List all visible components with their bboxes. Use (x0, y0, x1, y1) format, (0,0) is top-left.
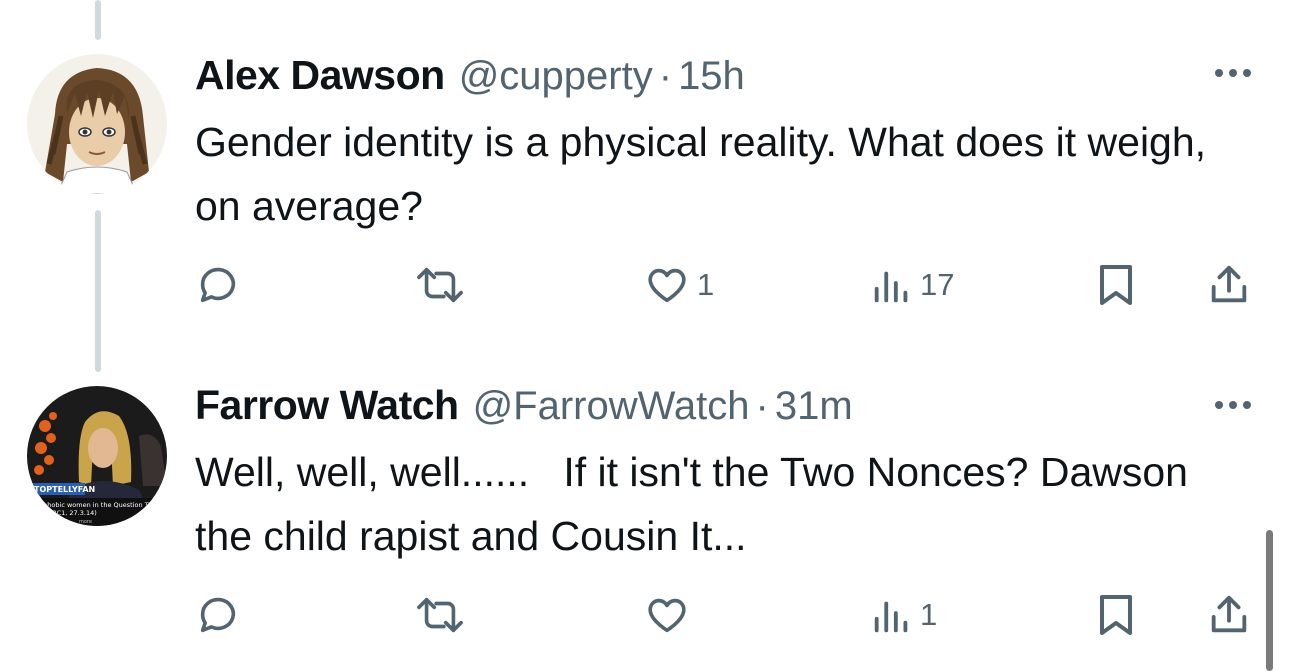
scrollbar[interactable] (1266, 530, 1273, 671)
action-bar: 1 17 (0, 255, 1290, 315)
retweet-icon (412, 262, 468, 308)
like-button[interactable] (643, 585, 697, 645)
avatar-caption-line1: ...ophobic women in the Question T... (33, 501, 154, 509)
like-icon (643, 262, 691, 308)
tweet-header: Farrow Watch @FarrowWatch · 31m (195, 382, 853, 432)
tweet[interactable]: Alex Dawson @cupperty · 15h Gender ident… (0, 0, 1290, 360)
tweet[interactable]: TOPTELLYFAN ...ophobic women in the Ques… (0, 360, 1290, 671)
retweet-button[interactable] (412, 255, 468, 315)
timestamp[interactable]: 15h (678, 54, 745, 99)
timestamp[interactable]: 31m (775, 384, 853, 429)
view-count: 17 (920, 267, 955, 302)
like-button[interactable]: 1 (643, 255, 714, 315)
more-icon (1213, 397, 1253, 415)
avatar-caption-logo: TOPTELLYFAN (34, 485, 95, 494)
bookmark-button[interactable] (1094, 585, 1138, 645)
user-handle[interactable]: @FarrowWatch (473, 384, 750, 429)
bookmark-icon (1094, 261, 1138, 309)
tweet-text: Well, well, well...... If it isn't the T… (195, 449, 1200, 559)
avatar[interactable] (27, 54, 167, 194)
reply-button[interactable] (195, 255, 241, 315)
more-icon (1213, 65, 1253, 83)
reply-button[interactable] (195, 585, 241, 645)
share-button[interactable] (1206, 585, 1252, 645)
separator-dot: · (658, 54, 673, 98)
separator-dot: · (755, 384, 769, 428)
more-button[interactable] (1211, 384, 1255, 428)
share-icon (1206, 591, 1252, 639)
tweet-text: Gender identity is a physical reality. W… (195, 119, 1207, 229)
user-handle[interactable]: @cupperty (459, 54, 653, 99)
share-icon (1206, 261, 1252, 309)
bookmark-button[interactable] (1094, 255, 1138, 315)
avatar[interactable]: TOPTELLYFAN ...ophobic women in the Ques… (27, 386, 167, 526)
bookmark-icon (1094, 591, 1138, 639)
reply-icon (195, 592, 241, 638)
view-count: 1 (920, 597, 938, 632)
views-button[interactable]: 17 (870, 255, 954, 315)
views-button[interactable]: 1 (870, 585, 937, 645)
like-icon (643, 592, 691, 638)
retweet-icon (412, 592, 468, 638)
reply-icon (195, 262, 241, 308)
avatar-caption-line2: ...e (BBC1, 27.3.14) (33, 509, 97, 517)
views-icon (870, 262, 914, 308)
like-count: 1 (697, 267, 715, 302)
avatar-caption-more: more (79, 519, 92, 525)
share-button[interactable] (1206, 255, 1252, 315)
views-icon (870, 592, 914, 638)
display-name[interactable]: Farrow Watch (195, 382, 459, 429)
tweet-header: Alex Dawson @cupperty · 15h (195, 52, 745, 102)
display-name[interactable]: Alex Dawson (195, 52, 445, 99)
avatar-image (27, 54, 167, 194)
action-bar: 1 (0, 585, 1290, 645)
retweet-button[interactable] (412, 585, 468, 645)
avatar-image: TOPTELLYFAN ...ophobic women in the Ques… (27, 386, 167, 526)
more-button[interactable] (1211, 52, 1255, 96)
